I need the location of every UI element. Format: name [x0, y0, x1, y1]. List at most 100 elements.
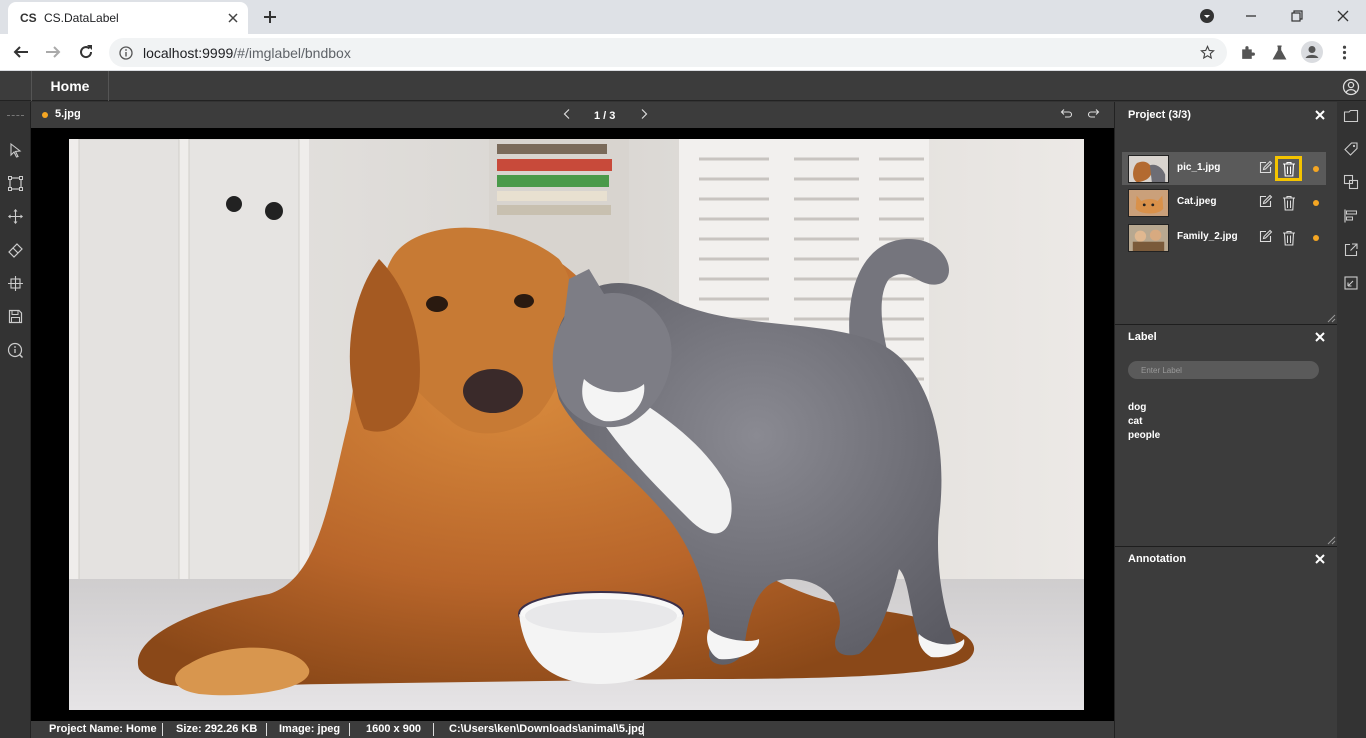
annotation-panel-title: Annotation [1128, 553, 1187, 565]
tab-favicon: CS [20, 11, 37, 25]
label-list: dog cat people [1128, 401, 1160, 443]
edit-icon[interactable] [1258, 160, 1273, 175]
eraser-icon[interactable] [7, 242, 24, 259]
edit-icon[interactable] [1258, 229, 1273, 244]
extensions-icon[interactable] [1239, 44, 1256, 61]
minimize-icon[interactable] [1243, 8, 1259, 24]
import-icon[interactable] [1343, 275, 1359, 291]
project-item-name: Family_2.jpg [1177, 231, 1238, 242]
trash-icon[interactable] [1282, 230, 1296, 246]
back-icon[interactable] [12, 43, 30, 61]
status-size: Size: 292.26 KB [176, 723, 258, 735]
status-image-type: Image: jpeg [279, 723, 341, 735]
status-project-name: Project Name: Home [49, 723, 157, 735]
unsaved-dot [42, 112, 48, 118]
label-panel-title: Label [1128, 331, 1157, 343]
status-dimensions: 1600 x 900 [366, 723, 422, 735]
user-icon[interactable] [1342, 78, 1360, 96]
trash-icon[interactable] [1282, 195, 1296, 211]
resize-grip-icon[interactable] [1326, 535, 1336, 545]
project-item[interactable]: Family_2.jpg [1122, 221, 1326, 254]
info-search-icon[interactable] [7, 342, 24, 359]
label-item[interactable]: people [1128, 429, 1160, 443]
viewer-header: 5.jpg 1 / 3 [31, 102, 1114, 128]
browser-tab[interactable]: CS CS.DataLabel [8, 2, 248, 34]
restore-icon[interactable] [1289, 8, 1305, 24]
project-item[interactable]: Cat.jpeg [1122, 186, 1326, 219]
tag-icon[interactable] [1343, 141, 1359, 157]
browser-toolbar: localhost:9999/#/imglabel/bndbox [0, 34, 1366, 71]
thumbnail [1128, 224, 1169, 252]
plus-icon[interactable] [262, 9, 278, 25]
label-item[interactable]: cat [1128, 415, 1160, 429]
kebab-icon[interactable] [1336, 44, 1353, 61]
edit-icon[interactable] [1258, 194, 1273, 209]
tab-title: CS.DataLabel [44, 11, 119, 25]
forward-icon[interactable] [44, 43, 62, 61]
delete-button-highlighted[interactable] [1275, 156, 1302, 181]
profile-icon[interactable] [1301, 41, 1323, 63]
thumbnail [1128, 155, 1169, 183]
delete-button[interactable] [1275, 225, 1302, 250]
pointer-icon[interactable] [7, 142, 24, 159]
status-dot [1313, 235, 1319, 241]
panel-divider [1115, 324, 1338, 325]
align-icon[interactable] [1343, 208, 1359, 224]
current-file-name: 5.jpg [55, 108, 81, 120]
toolbar-separator [7, 115, 24, 116]
menu-home[interactable]: Home [31, 71, 109, 101]
status-separator [266, 723, 267, 736]
reload-icon[interactable] [77, 43, 95, 61]
info-icon[interactable] [119, 46, 133, 60]
folder-icon[interactable] [1343, 108, 1359, 124]
project-item-name: pic_1.jpg [1177, 162, 1221, 173]
media-dropdown-icon[interactable] [1199, 8, 1215, 24]
move-icon[interactable] [7, 208, 24, 225]
status-bar: Project Name: Home Size: 292.26 KB Image… [31, 721, 1114, 738]
crosshair-icon[interactable] [7, 275, 24, 292]
browser-tabstrip: CS CS.DataLabel [0, 0, 1366, 34]
save-icon[interactable] [7, 308, 24, 325]
status-dot [1313, 200, 1319, 206]
chevron-left-icon[interactable] [561, 108, 573, 120]
status-separator [349, 723, 350, 736]
close-window-icon[interactable] [1335, 8, 1351, 24]
address-bar[interactable]: localhost:9999/#/imglabel/bndbox [109, 38, 1227, 67]
status-separator [162, 723, 163, 736]
image-viewer: 5.jpg 1 / 3 [31, 102, 1114, 721]
export-icon[interactable] [1343, 242, 1359, 258]
undo-icon[interactable] [1059, 107, 1073, 121]
resize-grip-icon[interactable] [1326, 313, 1336, 323]
project-item-name: Cat.jpeg [1177, 196, 1217, 207]
close-icon[interactable] [226, 11, 240, 25]
labs-icon[interactable] [1271, 44, 1288, 61]
thumbnail [1128, 189, 1169, 217]
menu-bar: Home [0, 71, 1366, 101]
project-panel-title: Project (3/3) [1128, 109, 1191, 121]
label-input[interactable] [1128, 361, 1319, 379]
bounding-box-icon[interactable] [7, 175, 24, 192]
left-toolbar [0, 102, 31, 738]
close-icon[interactable] [1314, 331, 1326, 343]
chevron-right-icon[interactable] [638, 108, 650, 120]
close-icon[interactable] [1314, 553, 1326, 565]
status-separator [433, 723, 434, 736]
panel-divider [1115, 546, 1338, 547]
url-text: localhost:9999/#/imglabel/bndbox [143, 45, 351, 61]
status-separator [643, 723, 644, 736]
label-item[interactable]: dog [1128, 401, 1160, 415]
trash-icon[interactable] [1282, 161, 1296, 177]
status-path: C:\Users\ken\Downloads\animal\5.jpg [449, 723, 645, 735]
redo-icon[interactable] [1087, 107, 1101, 121]
right-panels: Project (3/3) pic_1.jpg Cat.jpeg Family_… [1114, 102, 1338, 738]
labeled-image[interactable] [69, 139, 1084, 710]
right-toolbar [1337, 102, 1366, 738]
status-dot [1313, 166, 1319, 172]
close-icon[interactable] [1314, 109, 1326, 121]
app-root: Home 5.jpg 1 / 3 Project Name: Home Size… [0, 71, 1366, 738]
project-item[interactable]: pic_1.jpg [1122, 152, 1326, 185]
layers-icon[interactable] [1343, 174, 1359, 190]
page-indicator: 1 / 3 [594, 110, 616, 122]
delete-button[interactable] [1275, 190, 1302, 215]
star-icon[interactable] [1200, 45, 1215, 60]
